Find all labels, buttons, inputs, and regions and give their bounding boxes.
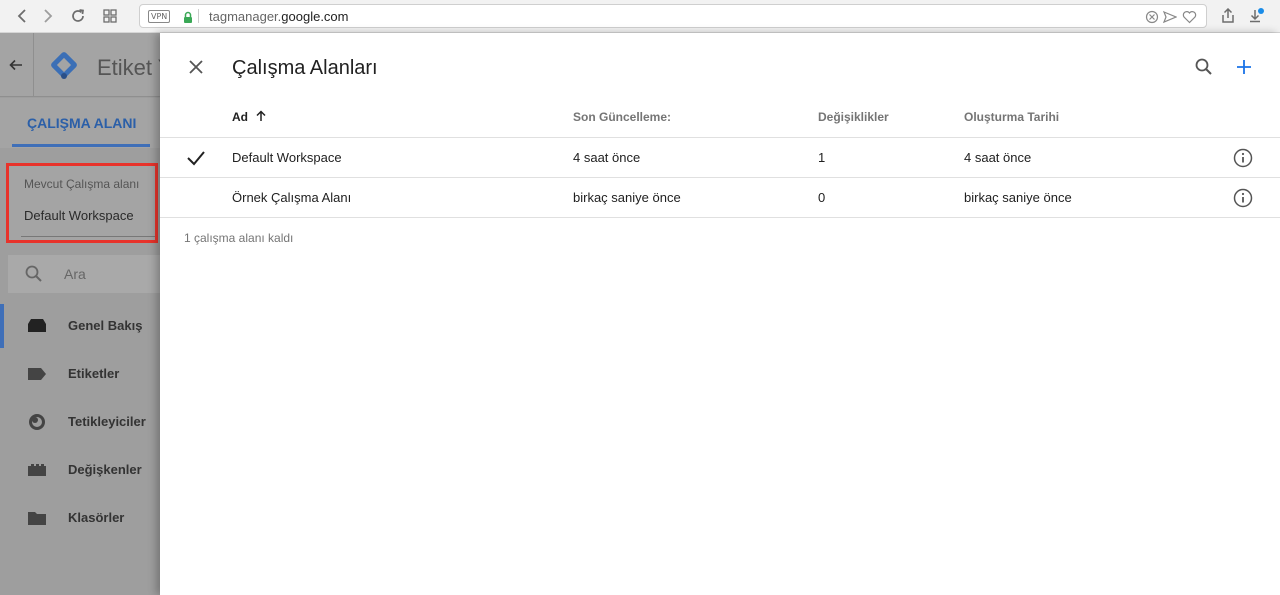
- url-text: tagmanager.google.com: [209, 9, 349, 24]
- info-icon: [1233, 188, 1253, 208]
- lock-icon: [180, 9, 196, 25]
- info-button[interactable]: [1233, 148, 1253, 168]
- trigger-icon: [26, 412, 48, 432]
- url-divider: [198, 9, 199, 23]
- plus-icon: [1237, 60, 1251, 74]
- back-arrow-icon[interactable]: [8, 55, 24, 75]
- column-header-updated[interactable]: Son Güncelleme:: [573, 110, 671, 124]
- app-title: Etiket Y: [97, 55, 160, 80]
- browser-toolbar: VPN tagmanager.google.com: [0, 0, 1280, 33]
- folder-icon: [26, 508, 48, 528]
- sidebar-item-overview[interactable]: Genel Bakış: [0, 304, 160, 348]
- workspace-name: Default Workspace: [232, 150, 342, 165]
- workspace-changes: 0: [818, 190, 826, 205]
- column-header-name[interactable]: Ad: [232, 110, 267, 124]
- check-icon: [187, 151, 205, 166]
- tab-underline: [12, 144, 150, 147]
- workspace-created: birkaç saniye önce: [964, 190, 1072, 205]
- share-icon[interactable]: [1218, 6, 1238, 26]
- table-row[interactable]: Örnek Çalışma Alanı birkaç saniye önce 0…: [160, 177, 1280, 217]
- variables-icon: [26, 460, 48, 480]
- tab-workspace[interactable]: ÇALIŞMA ALANI: [0, 98, 160, 148]
- column-header-changes[interactable]: Değişiklikler: [818, 110, 889, 124]
- sidebar: Etiket Y ÇALIŞMA ALANI Mevcut Çalışma al…: [0, 33, 160, 595]
- sidebar-search[interactable]: Ara: [8, 255, 160, 293]
- back-icon[interactable]: [12, 6, 32, 26]
- remaining-workspaces-text: 1 çalışma alanı kaldı: [184, 231, 294, 245]
- workspace-updated: 4 saat önce: [573, 150, 641, 165]
- send-icon[interactable]: [1162, 9, 1178, 25]
- reload-icon[interactable]: [68, 6, 88, 26]
- sidebar-item-tags[interactable]: Etiketler: [0, 352, 160, 396]
- sidebar-item-folders[interactable]: Klasörler: [0, 496, 160, 540]
- tabs-grid-icon[interactable]: [100, 6, 120, 26]
- sidebar-item-label: Klasörler: [68, 510, 125, 525]
- sidebar-item-label: Genel Bakış: [68, 318, 143, 333]
- workspace-caption: Mevcut Çalışma alanı: [24, 177, 140, 191]
- sidebar-item-variables[interactable]: Değişkenler: [0, 448, 160, 492]
- block-icon[interactable]: [1144, 9, 1160, 25]
- sort-arrow-up-icon: [256, 110, 266, 121]
- search-icon: [1195, 58, 1212, 75]
- search-icon: [24, 264, 44, 284]
- close-button[interactable]: [184, 55, 208, 79]
- active-indicator: [0, 304, 4, 348]
- workspace-underline: [21, 236, 155, 237]
- add-workspace-button[interactable]: [1232, 55, 1256, 79]
- workspace-name: Örnek Çalışma Alanı: [232, 190, 352, 205]
- sidebar-item-triggers[interactable]: Tetikleyiciler: [0, 400, 160, 444]
- workspace-value: Default Workspace: [24, 208, 134, 223]
- tag-icon: [26, 364, 48, 384]
- address-bar[interactable]: VPN tagmanager.google.com: [139, 4, 1207, 28]
- info-icon: [1233, 148, 1253, 168]
- workspaces-panel: Çalışma Alanları Ad Son Güncelleme: Deği…: [160, 33, 1280, 595]
- workspace-created: 4 saat önce: [964, 150, 1032, 165]
- gtm-logo-icon: [48, 49, 80, 81]
- heart-icon[interactable]: [1181, 9, 1197, 25]
- download-icon[interactable]: [1246, 6, 1266, 26]
- overview-icon: [26, 316, 48, 336]
- search-button[interactable]: [1192, 55, 1216, 79]
- workspace-updated: birkaç saniye önce: [573, 190, 681, 205]
- sidebar-item-label: Etiketler: [68, 366, 120, 381]
- sidebar-item-label: Değişkenler: [68, 462, 142, 477]
- page-title: Çalışma Alanları: [232, 57, 378, 79]
- sidebar-header: Etiket Y: [0, 33, 160, 97]
- forward-icon[interactable]: [38, 6, 58, 26]
- table-divider: [160, 217, 1280, 218]
- sidebar-item-label: Tetikleyiciler: [68, 414, 146, 429]
- search-placeholder: Ara: [64, 266, 86, 282]
- tab-workspace-label: ÇALIŞMA ALANI: [27, 115, 137, 131]
- url-prefix: tagmanager.: [209, 9, 282, 24]
- column-header-name-label: Ad: [232, 110, 248, 124]
- column-header-created[interactable]: Oluşturma Tarihi: [964, 110, 1059, 124]
- current-workspace-selector[interactable]: Mevcut Çalışma alanı Default Workspace: [6, 163, 158, 243]
- close-icon: [189, 60, 203, 74]
- header-divider: [33, 33, 34, 97]
- vpn-badge[interactable]: VPN: [148, 10, 171, 23]
- url-domain: google.com: [281, 9, 349, 24]
- info-button[interactable]: [1233, 188, 1253, 208]
- table-row[interactable]: Default Workspace 4 saat önce 1 4 saat ö…: [160, 137, 1280, 177]
- workspace-changes: 1: [818, 150, 826, 165]
